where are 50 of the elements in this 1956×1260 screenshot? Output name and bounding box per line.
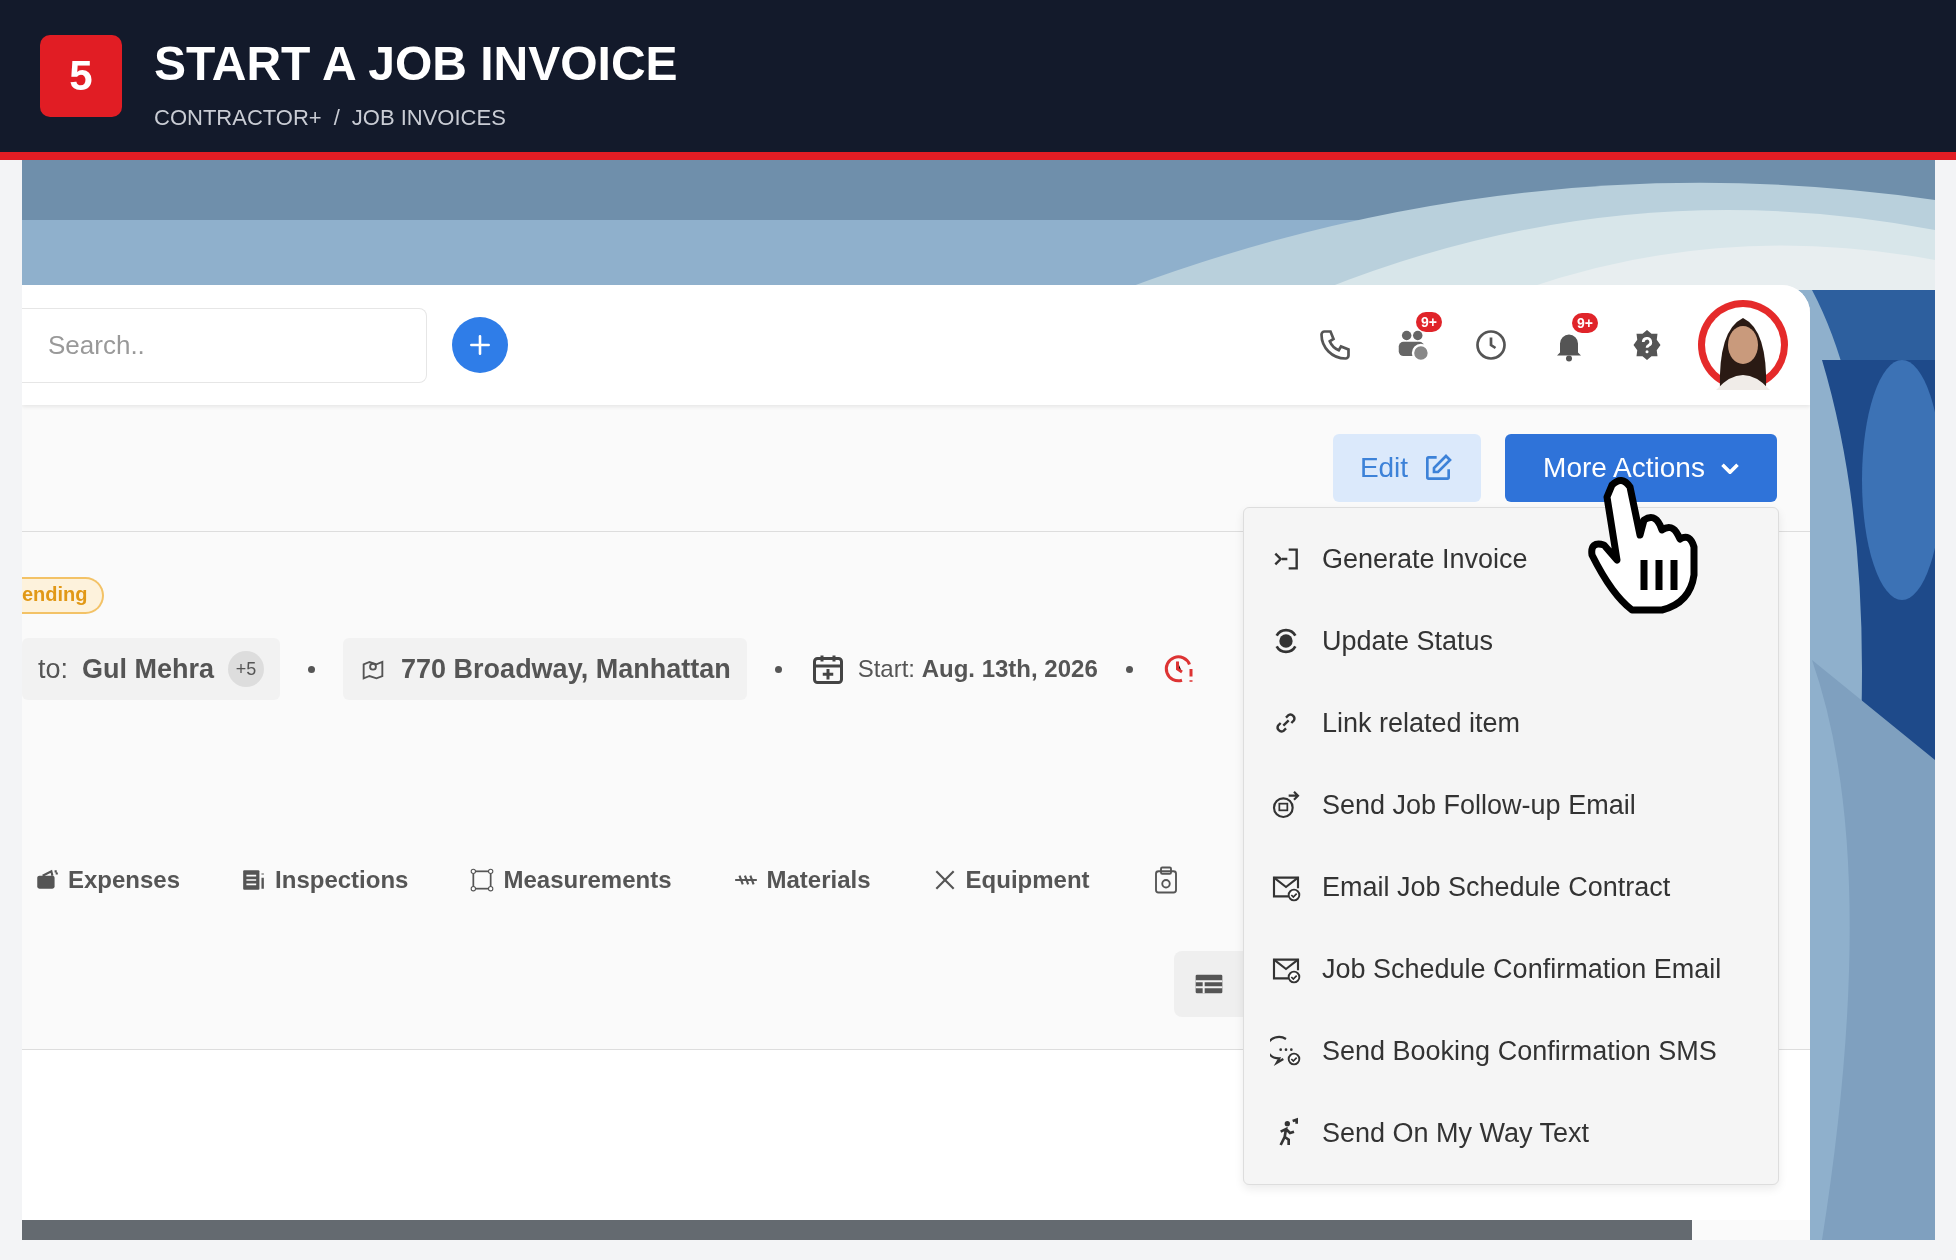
tab[interactable]: Inspections bbox=[237, 865, 436, 895]
menu-item[interactable]: Job Schedule Confirmation Email bbox=[1244, 928, 1778, 1010]
separator-dot bbox=[308, 665, 316, 673]
more-actions-button[interactable]: More Actions bbox=[1505, 434, 1777, 502]
menu-item-label: Send On My Way Text bbox=[1322, 1117, 1590, 1149]
menu-item-label: Generate Invoice bbox=[1322, 543, 1528, 575]
menu-item[interactable]: Link related item bbox=[1244, 682, 1778, 764]
plus-icon bbox=[467, 332, 493, 358]
mail-send-icon bbox=[1270, 789, 1302, 821]
breadcrumb-item[interactable]: CONTRACTOR+ bbox=[154, 105, 322, 131]
menu-item-label: Send Booking Confirmation SMS bbox=[1322, 1035, 1717, 1067]
menu-item[interactable]: Send On My Way Text bbox=[1244, 1092, 1778, 1174]
tab[interactable]: Materials bbox=[728, 865, 898, 895]
table-view-button[interactable] bbox=[1174, 951, 1244, 1017]
menu-item-label: Email Job Schedule Contract bbox=[1322, 871, 1671, 903]
assignee-name: Gul Mehra bbox=[82, 653, 215, 685]
notification-badge: 9+ bbox=[1416, 312, 1442, 332]
search-field[interactable]: Search.. bbox=[22, 307, 427, 383]
phone-icon[interactable] bbox=[1317, 327, 1353, 363]
assignee-chip[interactable]: to: Gul Mehra +5 bbox=[22, 638, 281, 700]
add-button[interactable] bbox=[452, 317, 508, 373]
menu-item-label: Send Job Follow-up Email bbox=[1322, 789, 1636, 821]
page-title: START A JOB INVOICE bbox=[154, 36, 678, 92]
menu-item[interactable]: Update Status bbox=[1244, 600, 1778, 682]
avatar[interactable] bbox=[1698, 300, 1788, 390]
status-badge: ending bbox=[22, 577, 104, 614]
address-chip[interactable]: 770 Broadway, Manhattan bbox=[343, 638, 747, 700]
assignee-label: to: bbox=[38, 653, 69, 685]
menu-item-label: Update Status bbox=[1322, 625, 1494, 657]
menu-item-label: Link related item bbox=[1322, 707, 1521, 739]
address-text: 770 Broadway, Manhattan bbox=[401, 653, 731, 685]
separator-dot bbox=[1125, 665, 1133, 673]
menu-item-label: Job Schedule Confirmation Email bbox=[1322, 953, 1722, 985]
tab[interactable]: Equipment bbox=[927, 865, 1117, 895]
more-count: +5 bbox=[228, 651, 265, 687]
separator-dot bbox=[774, 665, 782, 673]
start-date: Start: Aug. 13th, 2026 bbox=[857, 655, 1098, 683]
menu-item[interactable]: Send Booking Confirmation SMS bbox=[1244, 1010, 1778, 1092]
menu-item[interactable]: Send Job Follow-up Email bbox=[1244, 764, 1778, 846]
clock-icon[interactable] bbox=[1473, 327, 1509, 363]
menu-item[interactable]: Email Job Schedule Contract bbox=[1244, 846, 1778, 928]
breadcrumb-item[interactable]: JOB INVOICES bbox=[351, 105, 506, 131]
chevron-icon bbox=[1720, 462, 1739, 474]
menu-item[interactable]: Generate Invoice bbox=[1244, 518, 1778, 600]
frame-icon bbox=[469, 867, 496, 893]
notification-badge: 9+ bbox=[1572, 313, 1598, 333]
tab[interactable]: Measurements bbox=[465, 865, 699, 895]
tab[interactable]: Expenses bbox=[30, 865, 208, 895]
breadcrumb-separator: / bbox=[333, 105, 340, 131]
step-number: 5 bbox=[40, 35, 122, 117]
